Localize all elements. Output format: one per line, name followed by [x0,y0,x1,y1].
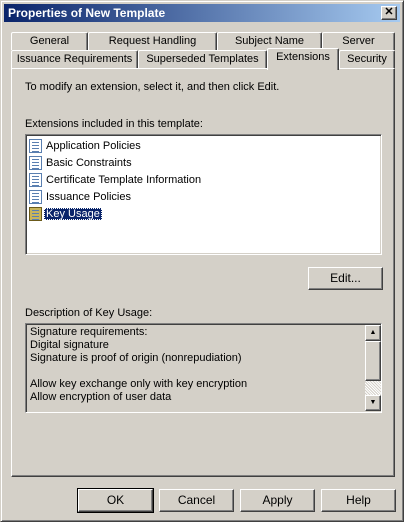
critical-extension-icon [29,207,42,221]
description-line: Digital signature [30,339,109,351]
scroll-up-button[interactable]: ▲ [365,325,381,341]
edit-button[interactable]: Edit... [308,267,383,290]
list-item-application-policies[interactable]: Application Policies [29,138,141,154]
arrow-up-icon: ▲ [369,329,377,336]
list-item-label: Certificate Template Information [46,174,202,186]
description-line: Allow encryption of user data [30,391,172,403]
extensions-tab-panel: To modify an extension, select it, and t… [11,68,395,477]
help-button[interactable]: Help [321,489,396,512]
cancel-button[interactable]: Cancel [159,489,234,512]
description-line: Signature is proof of origin (nonrepudia… [30,352,242,364]
description-box[interactable]: Signature requirements: Digital signatur… [25,323,382,413]
extensions-listbox[interactable]: Application Policies Basic Constraints C… [25,134,382,255]
tab-request-handling[interactable]: Request Handling [88,32,217,50]
list-item-basic-constraints[interactable]: Basic Constraints [29,155,132,171]
close-button[interactable]: ✕ [381,6,397,20]
tab-general[interactable]: General [11,32,88,50]
scrollbar-thumb[interactable] [365,341,381,381]
close-icon: ✕ [384,6,394,18]
apply-button[interactable]: Apply [240,489,315,512]
list-item-label: Basic Constraints [46,157,132,169]
description-label: Description of Key Usage: [25,307,153,319]
tab-security[interactable]: Security [339,50,395,68]
description-line: Signature requirements: [30,326,148,338]
list-item-label: Application Policies [46,140,141,152]
extension-icon [29,173,42,187]
instruction-text: To modify an extension, select it, and t… [25,81,280,93]
extensions-list-label: Extensions included in this template: [25,118,203,130]
tab-extensions[interactable]: Extensions [267,48,339,70]
tab-superseded-templates[interactable]: Superseded Templates [138,50,267,68]
properties-dialog: Properties of New Template ✕ General Req… [0,0,404,522]
list-item-issuance-policies[interactable]: Issuance Policies [29,189,131,205]
scroll-down-button[interactable]: ▼ [365,395,381,411]
list-item-certificate-template-information[interactable]: Certificate Template Information [29,172,201,188]
title-bar[interactable]: Properties of New Template ✕ [4,4,400,22]
description-line: Allow key exchange only with key encrypt… [30,378,248,390]
list-item-label: Issuance Policies [46,191,131,203]
list-item-label: Key Usage [44,208,102,220]
ok-button[interactable]: OK [77,488,154,513]
extension-icon [29,156,42,170]
list-item-key-usage[interactable]: Key Usage [29,206,102,222]
extension-icon [29,190,42,204]
arrow-down-icon: ▼ [369,399,377,406]
window-title: Properties of New Template [8,6,166,20]
extension-icon [29,139,42,153]
tab-issuance-requirements[interactable]: Issuance Requirements [11,50,138,68]
scrollbar-track[interactable] [365,381,381,395]
